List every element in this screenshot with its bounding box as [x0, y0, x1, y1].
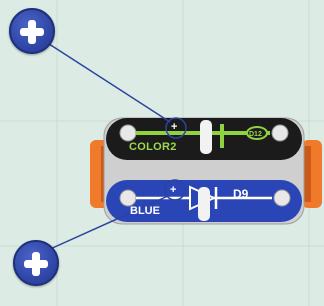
upper-plus-terminal-sign: + [171, 121, 178, 133]
plus-badge-icon[interactable] [13, 240, 59, 286]
d12-label: D12 [249, 131, 262, 138]
color2-label: COLOR2 [129, 141, 177, 153]
upper-right-snap[interactable] [271, 124, 289, 142]
circuit-canvas[interactable]: COLOR2 D12 + BLUE D9 + [0, 0, 324, 306]
upper-pointer-line [45, 41, 171, 123]
blue-label: BLUE [130, 205, 160, 217]
plus-badge-icon[interactable] [9, 8, 55, 54]
d9-label: D9 [233, 187, 249, 201]
lower-left-snap[interactable] [119, 189, 137, 207]
plus-vertical-bar [32, 252, 40, 276]
upper-left-snap[interactable] [119, 124, 137, 142]
plus-vertical-bar [28, 20, 36, 44]
color2-led-part[interactable] [106, 118, 302, 160]
lower-right-snap[interactable] [273, 189, 291, 207]
lower-plus-terminal-sign: + [170, 184, 177, 196]
